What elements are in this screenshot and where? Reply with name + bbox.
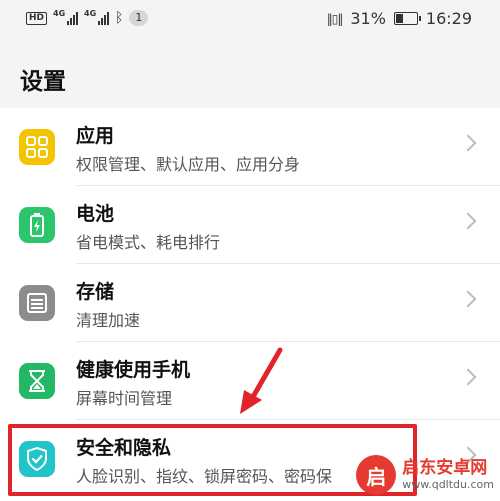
battery-icon: [19, 207, 55, 243]
battery-percent: 31%: [350, 9, 386, 28]
hourglass-icon: [19, 363, 55, 399]
hd-icon: HD: [26, 11, 48, 25]
notification-count-badge: 1: [129, 10, 149, 26]
bluetooth-icon: ᛒ: [115, 10, 124, 26]
settings-item-storage[interactable]: 存储 清理加速: [0, 264, 500, 342]
chevron-right-icon: [459, 368, 477, 386]
settings-item-title: 存储: [76, 281, 115, 303]
settings-item-apps[interactable]: 应用 权限管理、默认应用、应用分身: [0, 108, 500, 186]
clock: 16:29: [425, 9, 472, 28]
watermark-name: 启东安卓网: [402, 458, 488, 478]
watermark: 启 启东安卓网 www.qdltdu.com: [356, 455, 494, 495]
settings-item-title: 电池: [76, 203, 115, 225]
settings-item-subtitle: 省电模式、耗电排行: [76, 233, 221, 252]
chevron-right-icon: [459, 212, 477, 230]
vibrate-icon: ‖▯‖: [326, 11, 344, 26]
settings-item-subtitle: 清理加速: [76, 311, 141, 330]
status-left: HD 4G 4G ᛒ 1: [26, 9, 149, 26]
watermark-url: www.qdltdu.com: [402, 478, 494, 491]
top-area: HD 4G 4G ᛒ 1 ‖▯‖ 31% 16:29 设置: [0, 0, 500, 108]
settings-item-title: 应用: [76, 125, 115, 147]
chevron-right-icon: [459, 290, 477, 308]
watermark-logo: 启: [356, 455, 397, 495]
watermark-text: 启东安卓网 www.qdltdu.com: [402, 458, 494, 492]
settings-item-subtitle: 权限管理、默认应用、应用分身: [76, 155, 301, 174]
status-right: ‖▯‖ 31% 16:29: [327, 9, 472, 28]
status-bar: HD 4G 4G ᛒ 1 ‖▯‖ 31% 16:29: [0, 0, 500, 40]
annotation-arrow-icon: [240, 347, 283, 414]
signal-sim2-icon: 4G: [84, 9, 110, 25]
signal-sim1-icon: 4G: [53, 9, 79, 25]
chevron-right-icon: [459, 134, 477, 152]
settings-item-title: 健康使用手机: [76, 359, 191, 381]
battery-charging-icon: [393, 12, 421, 25]
storage-icon: [19, 285, 55, 321]
settings-item-subtitle: 屏幕时间管理: [76, 389, 173, 408]
settings-item-battery[interactable]: 电池 省电模式、耗电排行: [0, 186, 500, 264]
page-title: 设置: [20, 69, 66, 95]
apps-grid-icon: [19, 129, 55, 165]
